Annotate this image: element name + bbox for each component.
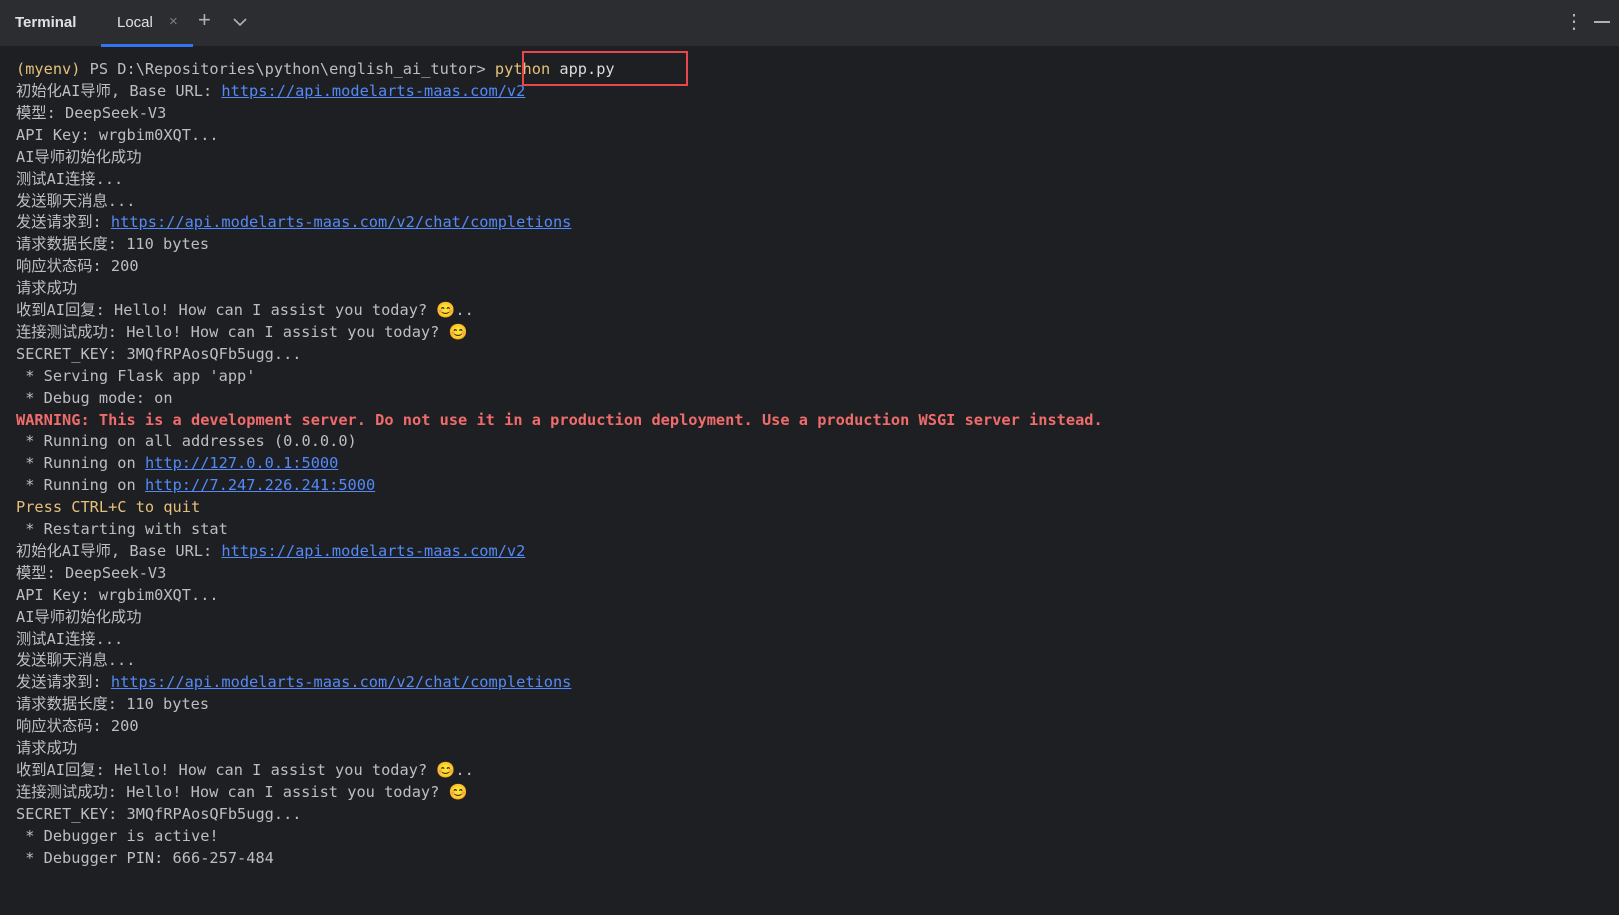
output-text: 发送请求到: [16, 213, 111, 232]
command-highlight-box [522, 51, 688, 86]
url-link[interactable]: https://api.modelarts-maas.com/v2/chat/c… [111, 213, 571, 231]
output-line: WARNING: This is a development server. D… [16, 409, 1103, 431]
output-line: AI导师初始化成功 [16, 607, 142, 626]
more-vertical-icon[interactable]: ⋮ [1564, 12, 1584, 32]
terminal-output[interactable]: (myenv) PS D:\Repositories\python\englis… [0, 56, 1619, 915]
output-line: * Restarting with stat [16, 520, 228, 538]
url-link[interactable]: https://api.modelarts-maas.com/v2 [221, 542, 525, 560]
output-line: 收到AI回复: Hello! How can I assist you toda… [16, 301, 474, 319]
output-line: API Key: wrgbim0XQT... [16, 125, 219, 144]
warning-text: WARNING: This is a development server. D… [16, 410, 1103, 429]
output-line: * Debug mode: on [16, 388, 173, 407]
output-line: 收到AI回复: Hello! How can I assist you toda… [16, 760, 474, 779]
output-line: AI导师初始化成功 [16, 147, 142, 166]
url-link[interactable]: http://127.0.0.1:5000 [145, 454, 338, 472]
minimize-icon[interactable] [1594, 10, 1612, 30]
output-line: 请求成功 [16, 279, 78, 298]
panel-title: Terminal [15, 14, 77, 31]
url-link[interactable]: http://7.247.226.241:5000 [145, 476, 375, 494]
output-line: 测试AI连接... [16, 169, 124, 188]
output-line: 发送聊天消息... [16, 651, 136, 670]
output-line: * Serving Flask app 'app' [16, 366, 256, 385]
output-line: 测试AI连接... [16, 629, 124, 648]
output-line: 发送请求到: https://api.modelarts-maas.com/v2… [16, 211, 571, 233]
output-line: 初始化AI导师, Base URL: https://api.modelarts… [16, 540, 525, 562]
url-link[interactable]: https://api.modelarts-maas.com/v2/chat/c… [111, 673, 571, 691]
url-link[interactable]: https://api.modelarts-maas.com/v2 [221, 82, 525, 100]
output-line: * Debugger is active! [16, 826, 219, 845]
output-text: 初始化AI导师, Base URL: [16, 82, 222, 100]
output-line: 发送聊天消息... [16, 191, 136, 210]
output-line: 请求成功 [16, 739, 78, 757]
output-line: 请求数据长度: 110 bytes [16, 235, 210, 254]
output-line: 请求数据长度: 110 bytes [16, 695, 210, 714]
tool-window-header: Terminal Local × + ⋮ [0, 0, 1619, 47]
close-icon[interactable]: × [169, 13, 178, 30]
output-text: * Running on [16, 476, 145, 495]
output-line: 响应状态码: 200 [16, 257, 139, 276]
prompt-env: (myenv) [16, 60, 81, 78]
tab-label: Local [117, 14, 153, 31]
output-line: * Running on http://127.0.0.1:5000 [16, 452, 338, 474]
output-text: 初始化AI导师, Base URL: [16, 541, 222, 560]
output-line: 连接测试成功: Hello! How can I assist you toda… [16, 782, 468, 801]
output-line: * Running on all addresses (0.0.0.0) [16, 432, 357, 451]
output-line: 连接测试成功: Hello! How can I assist you toda… [16, 322, 468, 341]
output-line: 初始化AI导师, Base URL: https://api.modelarts… [16, 80, 525, 102]
output-line: 模型: DeepSeek-V3 [16, 103, 167, 122]
output-line: 响应状态码: 200 [16, 717, 139, 736]
quit-hint: Press CTRL+C to quit [16, 498, 201, 517]
plus-icon[interactable]: + [198, 8, 211, 32]
prompt-path: PS D:\Repositories\python\english_ai_tut… [80, 60, 495, 78]
output-line: SECRET_KEY: 3MQfRPAosQFb5ugg... [16, 804, 302, 823]
output-line: SECRET_KEY: 3MQfRPAosQFb5ugg... [16, 344, 302, 363]
output-line: 发送请求到: https://api.modelarts-maas.com/v2… [16, 671, 571, 693]
output-line: * Running on http://7.247.226.241:5000 [16, 474, 375, 496]
output-line: API Key: wrgbim0XQT... [16, 585, 219, 604]
output-line: * Debugger PIN: 666-257-484 [16, 848, 274, 867]
output-text: * Running on [16, 454, 145, 473]
chevron-down-icon[interactable] [233, 14, 247, 31]
output-line: 模型: DeepSeek-V3 [16, 563, 167, 582]
output-text: 发送请求到: [16, 673, 111, 692]
output-line: Press CTRL+C to quit [16, 496, 200, 518]
tab-local[interactable]: Local × [101, 0, 193, 47]
